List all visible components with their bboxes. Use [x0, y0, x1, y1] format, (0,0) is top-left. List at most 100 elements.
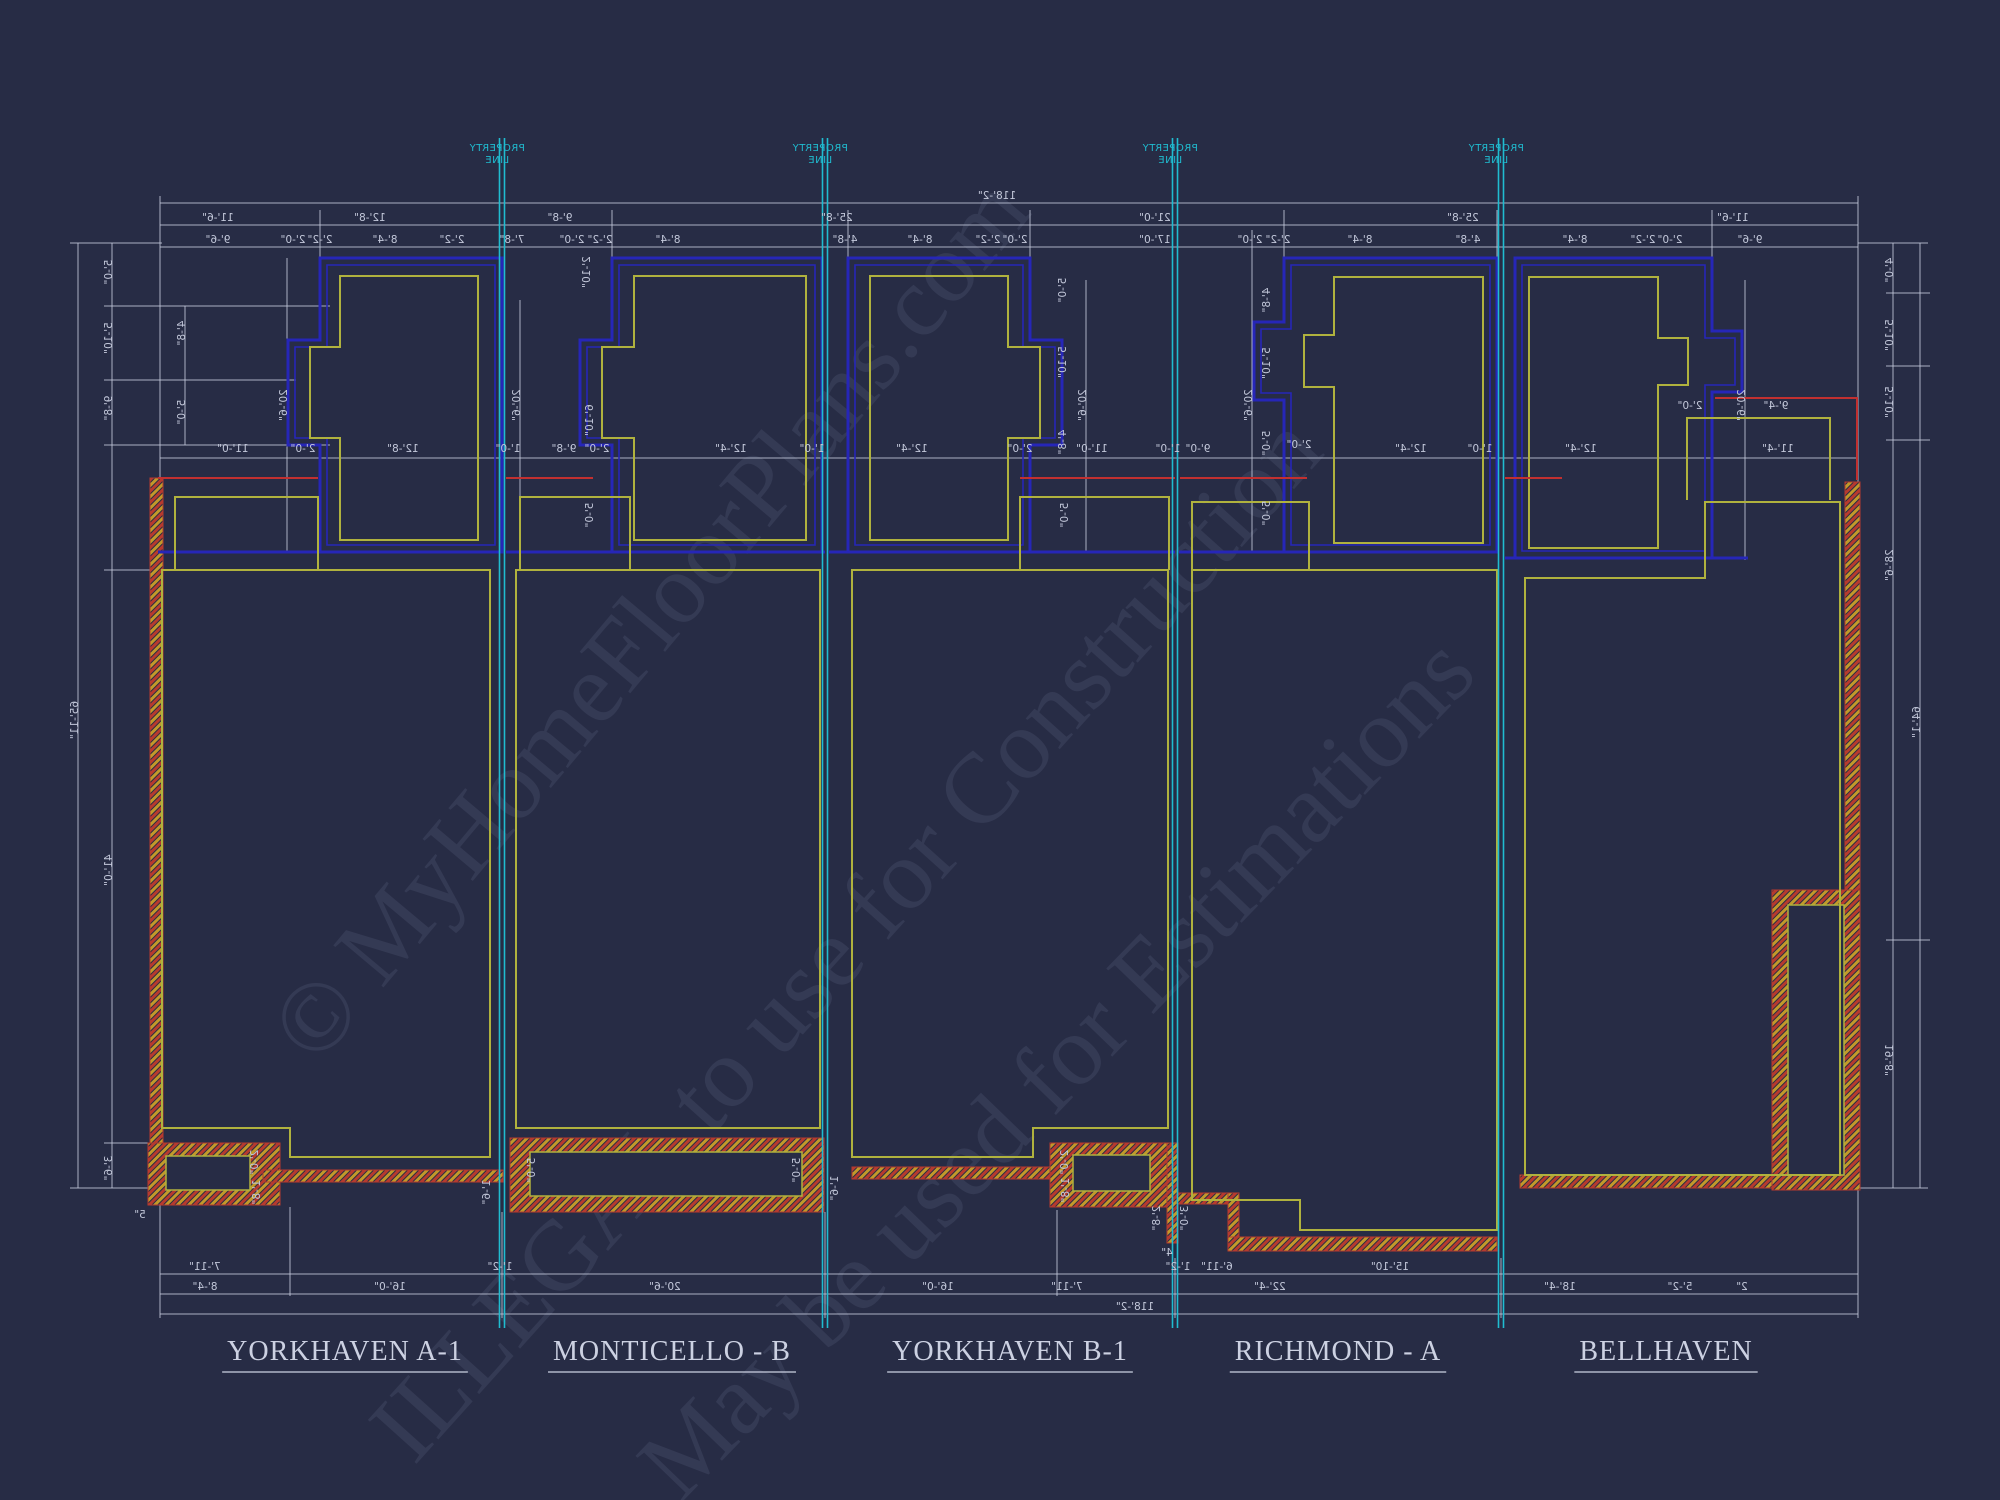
dimension-label: 3'-6": [103, 1156, 115, 1181]
dimension-label: 2'-2": [440, 234, 465, 246]
property-line-label: PROPERTY: [1142, 143, 1198, 154]
property-line-label: PROPERTY: [469, 143, 525, 154]
dimension-label: 12'-4": [715, 443, 747, 455]
porch-yorkhaven-b1-inner: [1073, 1155, 1150, 1191]
unit-title: MONTICELLO - B: [553, 1336, 791, 1367]
dimension-label: 1'-2": [488, 1261, 513, 1273]
dimension-label: 3'-0": [1179, 1206, 1191, 1231]
dimension-label: 20'-6": [278, 389, 290, 421]
dimension-label: 5'-0": [584, 503, 596, 528]
dimension-label: 5'-10": [1884, 386, 1896, 418]
dimension-label: 2'-0": [1287, 439, 1312, 451]
property-line-label: PROPERTY: [1468, 143, 1524, 154]
dimension-label: 1'-8": [1060, 1178, 1072, 1203]
dimension-label: 11'-4": [1762, 443, 1794, 455]
dimension-label: 1'-0": [1156, 443, 1181, 455]
dimension-label: 1'-2": [1166, 1261, 1191, 1273]
dimension-label: 1'-0": [496, 443, 521, 455]
dimension-label: 8'-4": [656, 234, 681, 246]
dimension-label: 4'-8": [833, 234, 858, 246]
dimension-label: 5'-10": [103, 322, 115, 354]
dimension-label: 2'-0": [1059, 1150, 1071, 1175]
dimension-label: 65'-11": [69, 701, 81, 739]
dimension-label: 2'-0": [560, 234, 585, 246]
dimension-label: 4'-0": [1884, 258, 1896, 283]
dimension-label: 2'-0": [585, 443, 610, 455]
dimension-label: 6'-10": [584, 404, 596, 436]
bottom-wall-yorkhaven-a1: [263, 1170, 503, 1182]
dimension-label: 2'-2": [1266, 234, 1291, 246]
dimension-label: 5'-0": [176, 400, 188, 425]
dimension-label: 6'-11": [1201, 1261, 1233, 1273]
dimension-label: 20'-6": [1243, 389, 1255, 421]
dimension-label: 20'-6": [1077, 389, 1089, 421]
dimension-label: 2'-0": [1238, 234, 1263, 246]
dimension-label: 8'-4": [908, 234, 933, 246]
dimension-label: 7'-11": [189, 1261, 221, 1273]
dimension-label: 4'-8": [1261, 288, 1273, 313]
dimension-label: 12'-8": [354, 212, 386, 224]
dimension-label: 12'-4": [1565, 443, 1597, 455]
dimension-label: 11'-0": [1076, 443, 1108, 455]
dimension-label: 8'-4": [1348, 234, 1373, 246]
dimension-label: 2'-10": [581, 256, 593, 288]
property-line-label: LINE: [808, 155, 832, 166]
dimension-label: 2'-0": [281, 234, 306, 246]
unit-title: BELLHAVEN: [1579, 1336, 1752, 1367]
dimension-label: 9'-8": [103, 396, 115, 421]
dimension-label: 2": [1736, 1281, 1748, 1293]
dimension-label: 118'-2": [1116, 1301, 1154, 1313]
dimension-label: 118'-2": [978, 190, 1016, 202]
dimension-label: 8'-4": [193, 1281, 218, 1293]
dimension-label: 5'-10": [1261, 347, 1273, 379]
dimension-label: 21'-0": [1139, 212, 1171, 224]
dimension-label: 11'-6": [202, 212, 234, 224]
dimension-label: 8'-4": [1563, 234, 1588, 246]
dimension-label: 1'-6": [481, 1180, 493, 1205]
dimension-label: 9'-8": [548, 212, 573, 224]
dimension-label: 4": [1161, 1247, 1173, 1259]
dimension-label: 28'-6": [1884, 549, 1896, 581]
dimension-label: 25'-8": [821, 212, 853, 224]
dimension-label: 5'-0": [1059, 503, 1071, 528]
dimension-label: 20'-6": [1736, 389, 1748, 421]
dimension-label: 1'-0": [1468, 443, 1493, 455]
dimension-label: 2'-0": [1678, 400, 1703, 412]
dimension-label: 20'-6": [649, 1281, 681, 1293]
dimension-label: 2'-2": [308, 234, 333, 246]
property-line-label: LINE: [485, 155, 509, 166]
dimension-label: 4'-8": [176, 321, 188, 346]
dimension-label: 12'-4": [1395, 443, 1427, 455]
dimension-label: 22'-4": [1254, 1281, 1286, 1293]
dimension-label: 9'-8": [552, 443, 577, 455]
dimension-label: 5'-0": [1057, 278, 1069, 303]
dimension-label: 5'-2": [1668, 1281, 1693, 1293]
dimension-label: 5'-0": [526, 1158, 538, 1183]
property-line-label: LINE: [1484, 155, 1508, 166]
dimension-label: 17'-0": [1139, 234, 1171, 246]
dimension-label: 19'-8": [1884, 1044, 1896, 1076]
dimension-label: 2'-0": [249, 1150, 261, 1175]
dimension-label: 5": [134, 1209, 146, 1221]
dimension-label: 41'-0": [103, 854, 115, 886]
dimension-label: 4'-8": [1456, 234, 1481, 246]
unit-title: RICHMOND - A: [1235, 1336, 1441, 1367]
dimension-label: 5'-0": [1261, 501, 1273, 526]
dimension-label: 9'-6": [206, 234, 231, 246]
deck-bellhaven-inner: [1788, 905, 1844, 1175]
bottom-wall-richmond-a: [1228, 1237, 1497, 1251]
dimension-label: 5'-10": [1057, 346, 1069, 378]
dimension-label: 25'-8": [1447, 212, 1479, 224]
dimension-label: 5'-10": [1884, 319, 1896, 351]
unit-title: YORKHAVEN A-1: [227, 1336, 463, 1367]
dimension-label: 1'-0": [800, 443, 825, 455]
dimension-label: 7'-8": [500, 234, 525, 246]
dimension-label: 11'-6": [1717, 212, 1749, 224]
dimension-label: 15'-10": [1371, 1261, 1409, 1273]
dimension-label: 12'-4": [896, 443, 928, 455]
dimension-label: 2'-0": [1003, 234, 1028, 246]
dimension-label: 20'-6": [511, 389, 523, 421]
dimension-label: 12'-8": [387, 443, 419, 455]
dimension-label: 5'-0": [103, 260, 115, 285]
dimension-label: 18'-4": [1544, 1281, 1576, 1293]
